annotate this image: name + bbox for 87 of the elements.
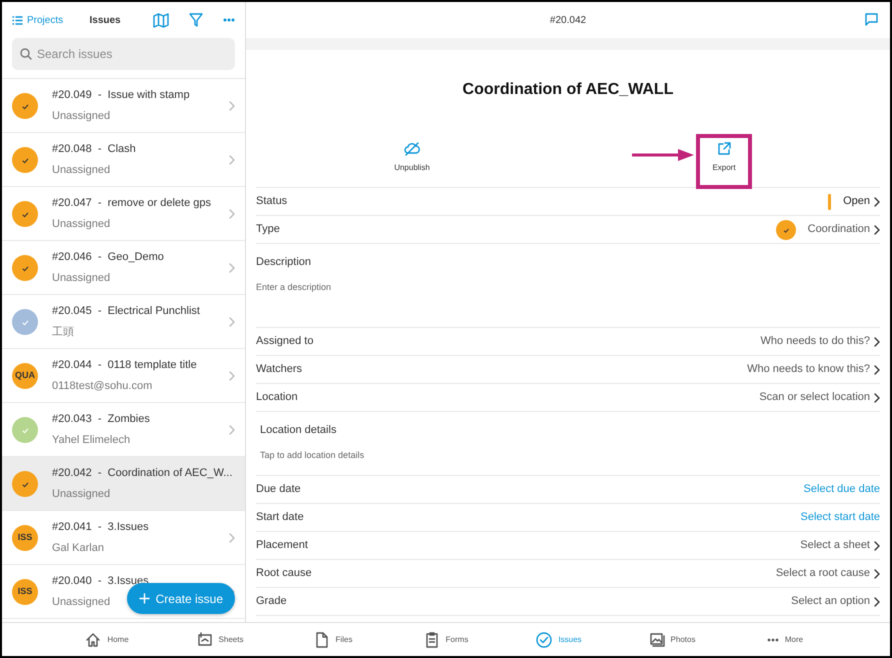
map-button[interactable] — [153, 12, 169, 28]
field-value[interactable]: Select a sheet — [800, 537, 880, 554]
comments-button[interactable] — [865, 13, 878, 26]
issue-title: #20.045 - Electrical Punchlist — [52, 304, 201, 318]
issue-title: #20.044 - 0118 template title — [52, 358, 198, 372]
issue-assignee: 工頭 — [52, 325, 74, 340]
issue-row[interactable]: #20.047 - remove or delete gps Unassigned — [2, 187, 245, 241]
tab-bar-item[interactable]: Photos — [616, 623, 728, 656]
field-value[interactable]: Select a root cause — [776, 565, 880, 582]
issue-title: #20.047 - remove or delete gps — [52, 196, 212, 210]
issue-title: #20.048 - Clash — [52, 142, 137, 156]
photos-icon — [648, 632, 665, 648]
field-label: Grade — [256, 594, 287, 610]
search-icon — [20, 48, 32, 60]
annotation-arrow — [632, 148, 694, 162]
type-icon — [776, 220, 796, 240]
tab-bar-item[interactable]: Forms — [390, 623, 502, 656]
issue-type-badge: QUA — [12, 362, 38, 388]
field-label: Root cause — [256, 566, 312, 582]
issue-assignee: 0118test@sohu.com — [52, 379, 152, 394]
field-label: Type — [256, 222, 280, 238]
issue-row[interactable]: #20.042 - Coordination of AEC_W... Unassigned — [2, 457, 245, 511]
field-label: Start date — [256, 510, 304, 526]
issue-row[interactable]: ISS #20.041 - 3.Issues Gal Karlan — [2, 511, 245, 565]
issue-type-badge: ISS — [12, 524, 38, 550]
field-placeholder[interactable]: Enter a description — [256, 280, 880, 294]
issue-row[interactable]: #20.049 - Issue with stamp Unassigned — [2, 79, 245, 133]
field-label: Location — [256, 390, 298, 406]
more-icon — [766, 638, 779, 642]
issue-title: #20.049 - Issue with stamp — [52, 88, 191, 102]
field-placeholder[interactable]: Tap to add location details — [256, 448, 880, 462]
issue-row[interactable]: QUA #20.044 - 0118 template title 0118test@sohu.com — [2, 349, 245, 403]
status-marker — [828, 194, 832, 210]
issue-assignee: Unassigned — [52, 163, 110, 178]
tab-bar-item[interactable]: More — [728, 623, 842, 656]
more-icon — [223, 18, 235, 22]
field-label: Placement — [256, 538, 308, 554]
field-value[interactable]: Coordination — [776, 220, 880, 240]
field-value[interactable]: Who needs to do this? — [760, 333, 880, 350]
check-circle-icon — [536, 632, 552, 648]
field-label: Status — [256, 194, 288, 210]
unpublish-button[interactable]: Unpublish — [380, 136, 444, 187]
field-value[interactable]: Open — [828, 193, 880, 210]
filter-icon — [189, 13, 203, 27]
issue-assignee: Gal Karlan — [52, 541, 104, 556]
issue-row[interactable]: #20.046 - Geo_Demo Unassigned — [2, 241, 245, 295]
issue-title: #20.042 - Coordination of AEC_W... — [52, 466, 232, 480]
detail-header: #20.042 — [550, 14, 586, 28]
issue-type-badge: ISS — [12, 578, 38, 604]
tab-bar-item[interactable]: Sheets — [164, 623, 276, 656]
issue-title-heading: Coordination of AEC_WALL — [462, 80, 674, 100]
home-icon — [85, 632, 102, 648]
field-label: Assigned to — [256, 334, 314, 350]
filter-button[interactable] — [189, 13, 203, 27]
field-label: Due date — [256, 482, 301, 498]
issue-assignee: Unassigned — [52, 109, 110, 124]
issue-row[interactable]: #20.048 - Clash Unassigned — [2, 133, 245, 187]
issue-assignee: Unassigned — [52, 217, 110, 232]
chat-icon — [865, 13, 878, 26]
sidebar-title: Issues — [88, 14, 122, 28]
export-button[interactable]: Export — [698, 136, 750, 187]
plus-icon — [138, 593, 150, 604]
field-value[interactable]: Scan or select location — [759, 389, 880, 406]
search-field[interactable]: Search issues — [12, 38, 235, 70]
tab-bar-item[interactable]: Home — [50, 623, 164, 656]
clipboard-icon — [424, 632, 440, 648]
issue-assignee: Unassigned — [52, 487, 110, 502]
tab-bar-item[interactable]: Files — [276, 623, 390, 656]
list-icon — [12, 16, 23, 24]
more-button[interactable] — [223, 18, 235, 22]
issue-assignee: Unassigned — [52, 595, 110, 610]
sheet-icon — [196, 632, 213, 648]
issue-assignee: Yahel Elimelech — [52, 433, 130, 448]
field-value[interactable]: Select an option — [791, 593, 880, 610]
issue-title: #20.046 - Geo_Demo — [52, 250, 165, 264]
issue-title: #20.041 - 3.Issues — [52, 520, 150, 534]
file-icon — [314, 632, 330, 648]
issue-title: #20.043 - Zombies — [52, 412, 151, 426]
field-label: Description — [256, 255, 312, 270]
cloud-slash-icon — [404, 142, 420, 156]
export-icon — [717, 142, 731, 156]
field-label: Watchers — [256, 362, 302, 378]
map-icon — [153, 12, 169, 28]
field-value[interactable]: Who needs to know this? — [747, 361, 880, 378]
issue-assignee: Unassigned — [52, 271, 110, 286]
issue-row[interactable]: #20.045 - Electrical Punchlist 工頭 — [2, 295, 245, 349]
field-label: Location details — [259, 423, 338, 438]
